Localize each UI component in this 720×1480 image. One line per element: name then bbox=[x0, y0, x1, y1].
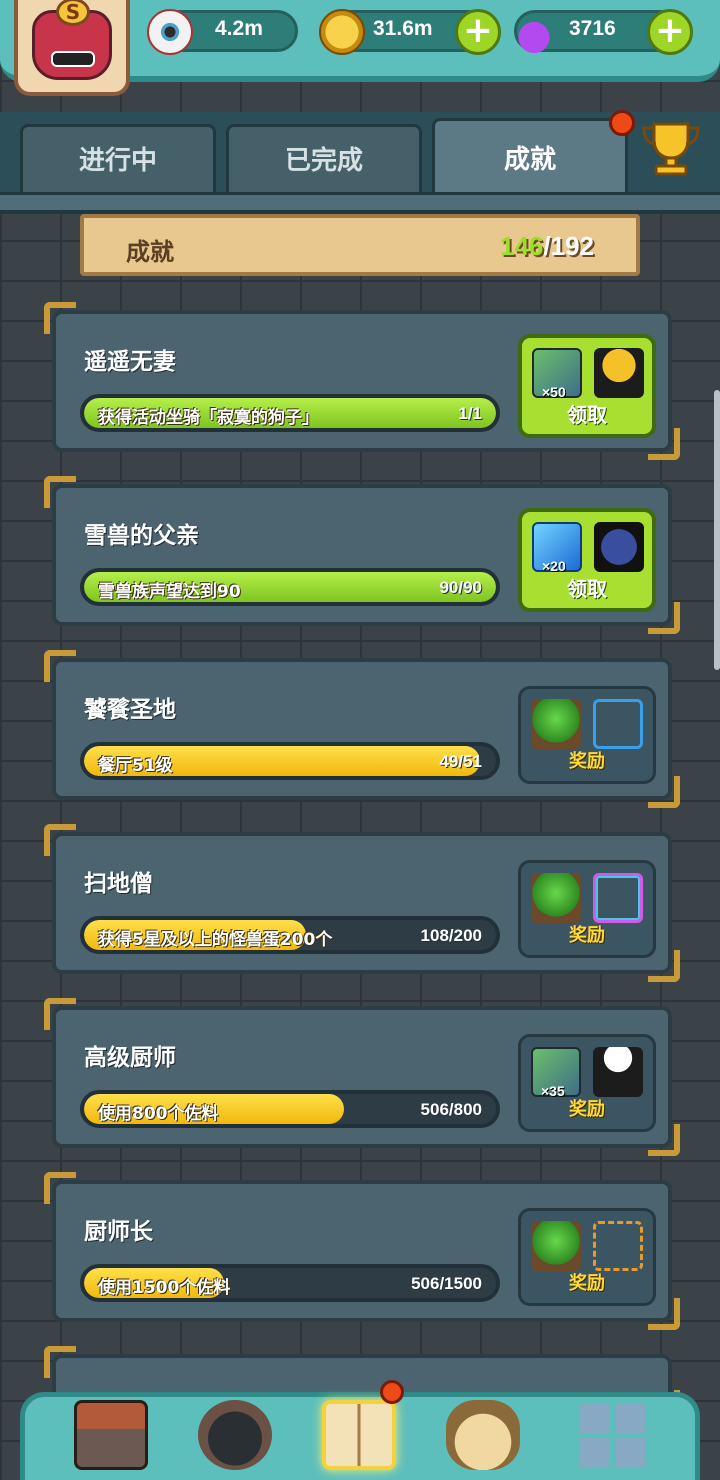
reward-preview[interactable]: ×35 奖励 bbox=[518, 1034, 656, 1132]
green-crystal-icon bbox=[531, 873, 581, 923]
progress-bar: 使用800个佐料 506/800 bbox=[80, 1090, 500, 1128]
scrollbar[interactable] bbox=[714, 390, 720, 670]
player-avatar[interactable]: S bbox=[14, 0, 130, 96]
achievement-title: 高级厨师 bbox=[84, 1045, 176, 1071]
achievement-card: 饕餮圣地 餐厅51级 49/51 奖励 bbox=[44, 650, 680, 808]
monster-icon bbox=[198, 1400, 272, 1470]
coins-counter: 31.6m + bbox=[319, 9, 501, 55]
achievement-title: 遥遥无妻 bbox=[84, 349, 176, 375]
summary-label: 成就 bbox=[126, 238, 174, 266]
progress-bar: 获得5星及以上的怪兽蛋200个 108/200 bbox=[80, 916, 500, 954]
task-description: 获得5星及以上的怪兽蛋200个 bbox=[98, 930, 333, 950]
tab-achievements[interactable]: 成就 bbox=[432, 118, 628, 198]
reward-preview[interactable]: 奖励 bbox=[518, 860, 656, 958]
potion-icon bbox=[511, 9, 557, 55]
armored-monster-icon bbox=[594, 522, 644, 572]
achievement-card: 遥遥无妻 获得活动坐骑「寂寞的狗子」 1/1 ×50 领取 bbox=[44, 302, 680, 460]
nav-restaurant-button[interactable] bbox=[68, 1392, 154, 1476]
task-description: 获得活动坐骑「寂寞的狗子」 bbox=[98, 408, 319, 428]
green-crystal-icon bbox=[531, 1221, 581, 1271]
notification-dot bbox=[380, 1380, 404, 1404]
task-description: 雪兽族声望达到90 bbox=[98, 582, 241, 602]
rainbow-frame-icon bbox=[593, 873, 643, 923]
reward-quantity: ×50 bbox=[542, 384, 566, 400]
claim-label: 领取 bbox=[567, 577, 607, 601]
progress-bar: 雪兽族声望达到90 90/90 bbox=[80, 568, 500, 606]
achievement-title: 厨师长 bbox=[84, 1219, 153, 1245]
nav-more-button[interactable] bbox=[570, 1392, 656, 1476]
book-icon bbox=[322, 1400, 396, 1470]
add-coins-button[interactable]: + bbox=[455, 9, 501, 55]
claim-reward-button[interactable]: ×50 领取 bbox=[518, 334, 656, 438]
potion-counter: 3716 + bbox=[511, 9, 693, 55]
progress-text: 1/1 bbox=[458, 404, 482, 423]
chef-monster-icon bbox=[593, 1047, 643, 1097]
achievement-card: 高级厨师 使用800个佐料 506/800 ×35 奖励 bbox=[44, 998, 680, 1156]
coin-icon bbox=[319, 9, 365, 55]
trophy-icon[interactable] bbox=[640, 118, 702, 180]
potion-value: 3716 bbox=[569, 17, 616, 40]
achievement-card: 厨师长 使用1500个佐料 506/1500 奖励 bbox=[44, 1172, 680, 1330]
progress-bar: 餐厅51级 49/51 bbox=[80, 742, 500, 780]
claim-label: 领取 bbox=[567, 403, 607, 427]
tab-completed[interactable]: 已完成 bbox=[226, 124, 422, 196]
achievement-card: 扫地僧 获得5星及以上的怪兽蛋200个 108/200 奖励 bbox=[44, 824, 680, 982]
reward-label: 奖励 bbox=[569, 1273, 605, 1294]
reward-preview[interactable]: 奖励 bbox=[518, 686, 656, 784]
task-description: 餐厅51级 bbox=[98, 756, 173, 776]
reward-label: 奖励 bbox=[569, 1099, 605, 1120]
reward-preview[interactable]: 奖励 bbox=[518, 1208, 656, 1306]
coin-bag-icon bbox=[446, 1400, 520, 1470]
task-description: 使用1500个佐料 bbox=[98, 1278, 231, 1298]
coins-value: 31.6m bbox=[373, 17, 433, 40]
green-crystal-icon bbox=[531, 699, 581, 749]
eyes-value: 4.2m bbox=[215, 17, 263, 40]
progress-bar: 获得活动坐骑「寂寞的狗子」 1/1 bbox=[80, 394, 500, 432]
achievements-total: /192 bbox=[543, 231, 594, 261]
restaurant-icon bbox=[74, 1400, 148, 1470]
achievement-card: 雪兽的父亲 雪兽族声望达到90 90/90 ×20 领取 bbox=[44, 476, 680, 634]
achievement-summary-banner: 成就 146/192 bbox=[80, 214, 640, 276]
summary-count: 146/192 bbox=[500, 231, 594, 262]
nav-bag-button[interactable] bbox=[440, 1392, 526, 1476]
yellow-monster-icon bbox=[594, 348, 644, 398]
progress-text: 90/90 bbox=[439, 578, 482, 597]
progress-text: 506/1500 bbox=[411, 1274, 482, 1293]
claim-reward-button[interactable]: ×20 领取 bbox=[518, 508, 656, 612]
task-description: 使用800个佐料 bbox=[98, 1104, 219, 1124]
progress-text: 506/800 bbox=[420, 1100, 482, 1119]
nav-monster-button[interactable] bbox=[192, 1392, 278, 1476]
nav-achievement-book-button[interactable] bbox=[316, 1392, 402, 1476]
progress-bar: 使用1500个佐料 506/1500 bbox=[80, 1264, 500, 1302]
notification-dot bbox=[609, 110, 635, 136]
add-potion-button[interactable]: + bbox=[647, 9, 693, 55]
achievement-title: 扫地僧 bbox=[84, 871, 153, 897]
grid-menu-icon bbox=[576, 1400, 650, 1470]
achievement-title: 饕餮圣地 bbox=[84, 697, 176, 723]
progress-text: 108/200 bbox=[420, 926, 482, 945]
avatar-mouth bbox=[51, 51, 95, 67]
achievements-obtained: 146 bbox=[500, 231, 544, 261]
avatar-frame-icon bbox=[593, 1221, 643, 1271]
reward-label: 奖励 bbox=[569, 925, 605, 946]
eyeball-icon bbox=[147, 9, 193, 55]
reward-label: 奖励 bbox=[569, 751, 605, 772]
avatar-frame-icon bbox=[593, 699, 643, 749]
tab-in-progress[interactable]: 进行中 bbox=[20, 124, 216, 196]
eyes-counter: 4.2m bbox=[147, 9, 298, 55]
progress-text: 49/51 bbox=[439, 752, 482, 771]
achievement-title: 雪兽的父亲 bbox=[84, 523, 199, 549]
tab-underline bbox=[0, 192, 720, 214]
reward-quantity: ×20 bbox=[542, 558, 566, 574]
